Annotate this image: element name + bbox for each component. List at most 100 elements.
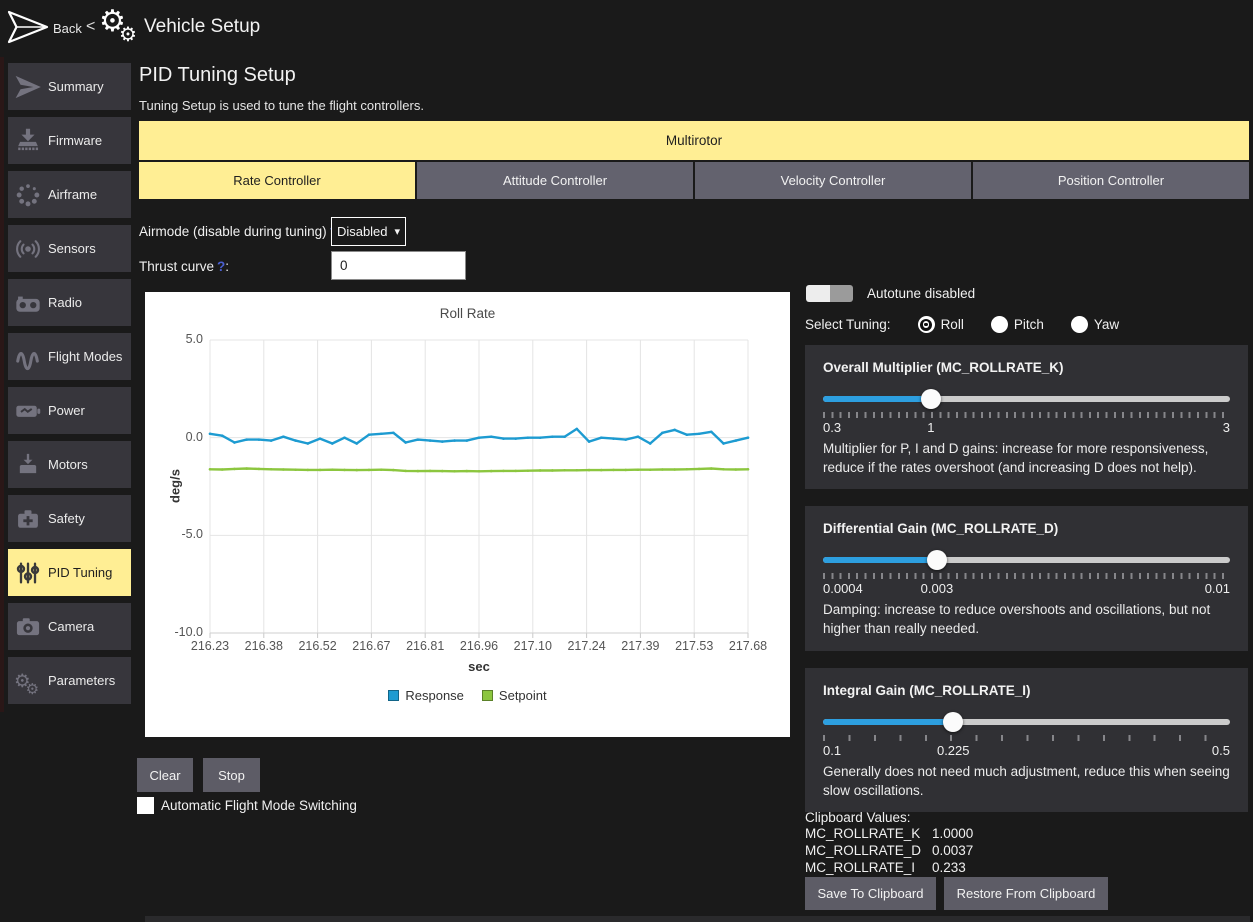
toggle-knob <box>806 285 830 302</box>
sidebar-item-safety[interactable]: Safety <box>8 495 131 542</box>
tab-rate-controller[interactable]: Rate Controller <box>139 162 415 199</box>
save-to-clipboard-button[interactable]: Save To Clipboard <box>805 877 936 910</box>
sidebar-item-parameters[interactable]: ⚙⚙Parameters <box>8 657 131 704</box>
sidebar-item-label: Radio <box>48 295 82 310</box>
slider-ticks <box>823 412 1230 418</box>
window-edge <box>0 57 4 712</box>
slider-scale: 0.313 <box>823 420 1230 437</box>
thrust-curve-input[interactable] <box>331 251 466 280</box>
tuning-panel-2: Integral Gain (MC_ROLLRATE_I)0.10.2250.5… <box>805 668 1248 812</box>
stop-button[interactable]: Stop <box>203 758 260 792</box>
clipboard-value: 1.0000 <box>932 826 973 841</box>
slider-min-label: 0.3 <box>823 420 841 435</box>
sidebar-item-motors[interactable]: Motors <box>8 441 131 488</box>
sidebar-item-label: Camera <box>48 619 94 634</box>
sidebar-item-airframe[interactable]: Airframe <box>8 171 131 218</box>
clipboard-value: 0.233 <box>932 860 966 875</box>
sidebar-item-power[interactable]: Power <box>8 387 131 434</box>
slider-scale: 0.00040.0030.01 <box>823 581 1230 598</box>
slider-scale: 0.10.2250.5 <box>823 743 1230 760</box>
flight-modes-icon <box>8 343 48 371</box>
legend-label: Response <box>405 688 464 703</box>
legend-label: Setpoint <box>499 688 547 703</box>
tuning-panel-0: Overall Multiplier (MC_ROLLRATE_K)0.313M… <box>805 345 1248 489</box>
x-tick-label: 216.52 <box>288 639 348 653</box>
tab-attitude-controller[interactable]: Attitude Controller <box>417 162 693 199</box>
sidebar-item-label: PID Tuning <box>48 565 112 580</box>
power-icon <box>8 397 48 425</box>
clipboard-row: MC_ROLLRATE_D0.0037 <box>805 842 973 859</box>
chevron-down-icon: ▾ <box>395 225 401 238</box>
chart-title: Roll Rate <box>145 306 790 321</box>
radio-label: Roll <box>941 317 964 332</box>
clipboard-title: Clipboard Values: <box>805 810 973 825</box>
slider-fill <box>823 719 953 725</box>
radio-tuning-pitch[interactable]: Pitch <box>991 316 1044 333</box>
sidebar-item-radio[interactable]: Radio <box>8 279 131 326</box>
clipboard-row: MC_ROLLRATE_K1.0000 <box>805 825 973 842</box>
clear-button[interactable]: Clear <box>137 758 193 792</box>
airmode-dropdown[interactable]: Disabled ▾ <box>331 217 406 246</box>
back-button[interactable]: Back <box>53 21 82 36</box>
autotune-toggle[interactable] <box>806 285 853 302</box>
tab-position-controller[interactable]: Position Controller <box>973 162 1249 199</box>
restore-from-clipboard-button[interactable]: Restore From Clipboard <box>944 877 1108 910</box>
page-title: PID Tuning Setup <box>139 64 296 87</box>
airmode-label: Airmode (disable during tuning)?: <box>139 224 342 239</box>
x-tick-label: 217.39 <box>610 639 670 653</box>
x-tick-label: 216.96 <box>449 639 509 653</box>
page-subtitle: Tuning Setup is used to tune the flight … <box>139 98 424 113</box>
sidebar-item-label: Firmware <box>48 133 102 148</box>
sidebar-item-flight-modes[interactable]: Flight Modes <box>8 333 131 380</box>
vehicle-tab-multirotor[interactable]: Multirotor <box>139 121 1249 160</box>
slider-handle[interactable] <box>927 550 947 570</box>
roll-rate-chart: Roll Rate deg/s 5.00.0-5.0-10.0 216.2321… <box>145 292 790 737</box>
sidebar-item-label: Safety <box>48 511 85 526</box>
chart-ylabel: deg/s <box>168 469 183 503</box>
sidebar-item-label: Flight Modes <box>48 349 122 364</box>
x-tick-label: 216.23 <box>180 639 240 653</box>
x-tick-label: 217.24 <box>557 639 617 653</box>
y-tick-label: 5.0 <box>159 332 203 346</box>
auto-flight-mode-row: Automatic Flight Mode Switching <box>137 797 357 814</box>
radio-tuning-roll[interactable]: Roll <box>918 316 964 333</box>
sidebar-item-pid-tuning[interactable]: PID Tuning <box>8 549 131 596</box>
tuning-panel-1: Differential Gain (MC_ROLLRATE_D)0.00040… <box>805 506 1248 650</box>
clipboard-param: MC_ROLLRATE_I <box>805 860 932 875</box>
sidebar-item-sensors[interactable]: Sensors <box>8 225 131 272</box>
slider-min-label: 0.1 <box>823 743 841 758</box>
sidebar-item-summary[interactable]: Summary <box>8 63 131 110</box>
sidebar-item-label: Sensors <box>48 241 96 256</box>
slider-max-label: 3 <box>1223 420 1230 435</box>
radio-tuning-yaw[interactable]: Yaw <box>1071 316 1119 333</box>
clipped-bottom-row <box>145 916 1250 922</box>
airmode-dropdown-value: Disabled <box>337 224 388 239</box>
slider-ticks <box>823 573 1230 579</box>
sensors-icon <box>8 235 48 263</box>
sidebar-item-label: Summary <box>48 79 104 94</box>
sidebar-item-firmware[interactable]: Firmware <box>8 117 131 164</box>
vehicle-setup-screen: Back < ⚙ ⚙ Vehicle Setup SummaryFirmware… <box>0 0 1253 922</box>
airmode-label-text: Airmode (disable during tuning) <box>139 224 327 239</box>
tuning-panel-title: Overall Multiplier (MC_ROLLRATE_K) <box>823 360 1230 375</box>
gear-icon: ⚙ <box>119 22 137 47</box>
slider-ticks <box>823 735 1230 741</box>
clipboard-values: Clipboard Values: MC_ROLLRATE_K1.0000MC_… <box>805 810 973 876</box>
window-title: Vehicle Setup <box>144 16 260 38</box>
sidebar-item-label: Motors <box>48 457 88 472</box>
pid-tuning-icon <box>8 559 48 587</box>
tab-velocity-controller[interactable]: Velocity Controller <box>695 162 971 199</box>
sidebar-item-camera[interactable]: Camera <box>8 603 131 650</box>
slider-min-label: 0.0004 <box>823 581 863 596</box>
slider-max-label: 0.5 <box>1212 743 1230 758</box>
select-tuning-row: Select Tuning: RollPitchYaw <box>805 316 1119 333</box>
slider-handle[interactable] <box>921 389 941 409</box>
tuning-panel-description: Generally does not need much adjustment,… <box>823 762 1230 800</box>
chart-legend: Response Setpoint <box>145 688 790 703</box>
auto-flight-mode-checkbox[interactable] <box>137 797 154 814</box>
y-tick-label: -10.0 <box>159 625 203 639</box>
y-tick-label: 0.0 <box>159 430 203 444</box>
slider-handle[interactable] <box>943 712 963 732</box>
camera-icon <box>8 613 48 641</box>
clipboard-value: 0.0037 <box>932 843 973 858</box>
